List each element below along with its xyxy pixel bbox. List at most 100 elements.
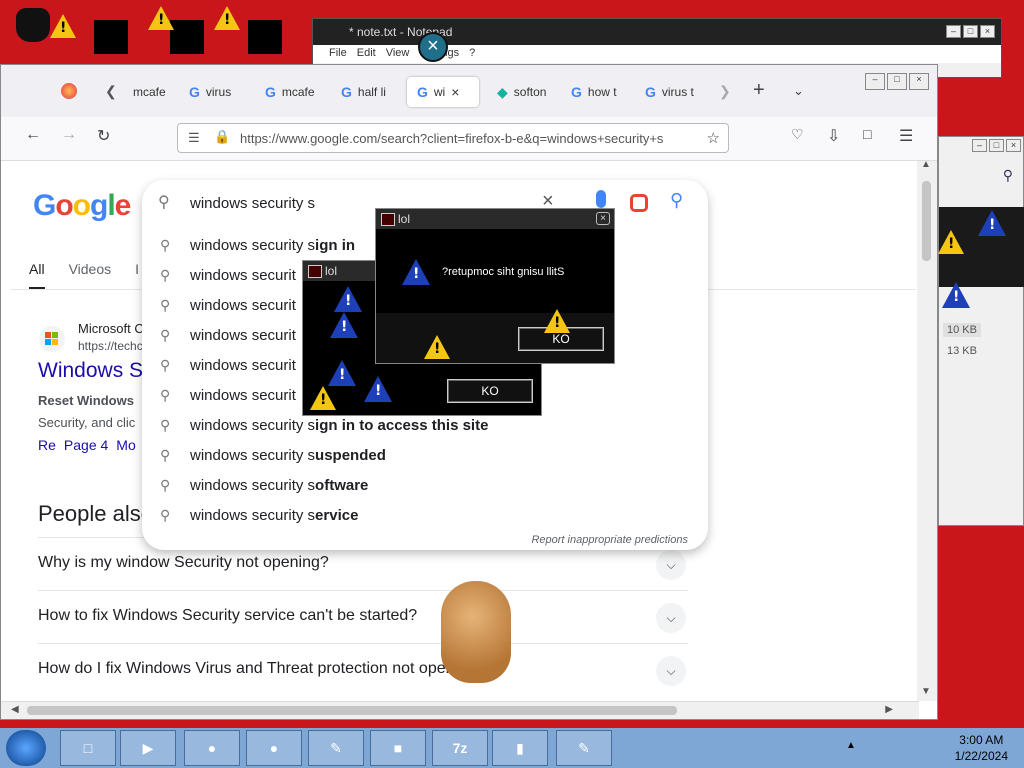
back-icon[interactable]: ←: [25, 126, 41, 144]
taskbar-item-app[interactable]: ●: [184, 730, 240, 766]
sitelink[interactable]: Mo: [116, 437, 135, 453]
scroll-thumb[interactable]: [922, 181, 931, 261]
sitelink[interactable]: Re: [38, 437, 56, 453]
chevron-down-icon[interactable]: ⌵: [656, 550, 686, 580]
taskbar-item-media[interactable]: ▶: [120, 730, 176, 766]
paa-question[interactable]: How to fix Windows Security service can'…: [38, 590, 688, 643]
desktop-icon[interactable]: [16, 8, 50, 42]
bookmark-star-icon[interactable]: ☆: [707, 129, 720, 147]
google-logo[interactable]: Google: [33, 189, 131, 223]
url-bar[interactable]: ☰ 🔒 https://www.google.com/search?client…: [177, 123, 729, 153]
minimize-icon[interactable]: –: [972, 139, 987, 152]
tab[interactable]: Gmcafe: [255, 77, 321, 107]
maximize-icon[interactable]: □: [989, 139, 1004, 152]
minimize-icon[interactable]: –: [946, 25, 961, 38]
taskbar-item-firefox[interactable]: ●: [246, 730, 302, 766]
url-text[interactable]: https://www.google.com/search?client=fir…: [240, 131, 663, 146]
close-tab-icon[interactable]: ×: [451, 84, 459, 100]
tab-videos[interactable]: Videos: [69, 261, 112, 290]
taskbar-item-7zip[interactable]: 7z: [432, 730, 488, 766]
start-button[interactable]: [6, 730, 46, 766]
tab-scroll-left-icon[interactable]: ❮: [105, 83, 117, 100]
desktop-icon[interactable]: [94, 20, 128, 54]
result-title[interactable]: Windows S: [38, 359, 143, 383]
horizontal-scrollbar[interactable]: ◀ ▶: [1, 701, 919, 719]
desktop-icon[interactable]: [248, 20, 282, 54]
sitelink[interactable]: Page 4: [64, 437, 108, 453]
chevron-down-icon[interactable]: ⌵: [656, 603, 686, 633]
tab[interactable]: ◆ softon: [487, 77, 553, 107]
scroll-left-icon[interactable]: ◀: [11, 704, 19, 715]
new-tab-icon[interactable]: +: [753, 79, 765, 102]
lock-icon[interactable]: 🔒: [214, 129, 230, 145]
maximize-icon[interactable]: □: [887, 73, 907, 90]
notepad-window-controls[interactable]: – □ ×: [946, 25, 995, 38]
taskbar-item-paint[interactable]: ✎: [556, 730, 612, 766]
menu-edit[interactable]: Edit: [357, 47, 376, 61]
clock[interactable]: 3:00 AM 1/22/2024: [955, 732, 1008, 764]
lens-icon[interactable]: [630, 194, 648, 212]
scroll-down-icon[interactable]: ▼: [921, 686, 931, 697]
menu-help[interactable]: ?: [469, 47, 475, 61]
scroll-right-icon[interactable]: ▶: [885, 704, 893, 715]
suggestion-item[interactable]: ⚲ windows security suspended: [160, 440, 386, 470]
downloads-icon[interactable]: ⇩: [827, 126, 840, 146]
close-icon[interactable]: ×: [909, 73, 929, 90]
report-predictions-link[interactable]: Report inappropriate predictions: [531, 534, 688, 546]
tab-all[interactable]: All: [29, 261, 45, 290]
taskbar-item-app[interactable]: ▮: [492, 730, 548, 766]
suggestion-item[interactable]: ⚲ windows securit: [160, 320, 296, 350]
close-icon[interactable]: ×: [980, 25, 995, 38]
close-icon[interactable]: ×: [596, 212, 610, 225]
close-icon[interactable]: ×: [1006, 139, 1021, 152]
side-search-icon[interactable]: ⚲: [1003, 167, 1013, 184]
tab[interactable]: Gvirus: [179, 77, 241, 107]
tab-scroll-right-icon[interactable]: ❯: [719, 83, 731, 100]
suggestion-item[interactable]: ⚲ windows securit: [160, 350, 296, 380]
lol-dialog[interactable]: lol × ?retupmoc siht gnisu llitS KO: [375, 208, 615, 364]
side-window[interactable]: – □ × ⚲ 10 KB 13 KB: [938, 136, 1024, 526]
paa-question[interactable]: How do I fix Windows Virus and Threat pr…: [38, 643, 688, 696]
suggestion-item[interactable]: ⚲ windows securit: [160, 260, 296, 290]
maximize-icon[interactable]: □: [963, 25, 978, 38]
search-input[interactable]: windows security s: [190, 195, 315, 212]
tab[interactable]: Ghow t: [561, 77, 627, 107]
forward-icon[interactable]: →: [61, 126, 77, 144]
firefox-icon[interactable]: [61, 83, 77, 99]
menu-icon[interactable]: ☰: [899, 126, 913, 146]
vertical-scrollbar[interactable]: ▲ ▼: [917, 159, 937, 701]
list-tabs-icon[interactable]: ⌄: [793, 83, 804, 99]
extensions-icon[interactable]: □: [863, 126, 871, 142]
taskbar-item-app[interactable]: ■: [370, 730, 426, 766]
tab[interactable]: Ghalf li: [331, 77, 395, 107]
minimize-icon[interactable]: –: [865, 73, 885, 90]
tab[interactable]: mcafe: [123, 77, 173, 107]
scroll-up-icon[interactable]: ▲: [921, 159, 931, 170]
suggestion-item[interactable]: ⚲ windows securit: [160, 290, 296, 320]
search-submit-icon[interactable]: ⚲: [670, 190, 683, 211]
result-url[interactable]: https://techc: [78, 339, 143, 353]
chevron-down-icon[interactable]: ⌵: [656, 656, 686, 686]
browser-window-controls[interactable]: – □ ×: [865, 73, 929, 90]
tab-images[interactable]: I: [135, 261, 139, 290]
tab-active[interactable]: Gwi ×: [407, 77, 479, 107]
suggestion-item[interactable]: ⚲ windows securit: [160, 380, 296, 410]
desktop-icon[interactable]: [170, 20, 204, 54]
menu-view[interactable]: View: [386, 47, 410, 61]
tray-expand-icon[interactable]: ▲: [846, 740, 856, 751]
suggestion-item[interactable]: ⚲ windows security software: [160, 470, 368, 500]
tab[interactable]: Gvirus t: [635, 77, 701, 107]
close-circle-icon[interactable]: ×: [418, 32, 448, 62]
scroll-thumb[interactable]: [27, 706, 677, 715]
mic-icon[interactable]: [596, 190, 606, 208]
shield-icon[interactable]: ☰: [188, 130, 200, 146]
taskbar-item-files[interactable]: □: [60, 730, 116, 766]
pocket-icon[interactable]: ♡: [791, 126, 804, 143]
suggestion-item[interactable]: ⚲ windows security sign in: [160, 230, 355, 260]
side-window-controls[interactable]: – □ ×: [972, 139, 1021, 152]
ko-button[interactable]: KO: [447, 379, 533, 403]
reload-icon[interactable]: ↻: [97, 126, 110, 146]
menu-file[interactable]: File: [329, 47, 347, 61]
suggestion-item[interactable]: ⚲ windows security service: [160, 500, 358, 530]
taskbar-item-app[interactable]: ✎: [308, 730, 364, 766]
